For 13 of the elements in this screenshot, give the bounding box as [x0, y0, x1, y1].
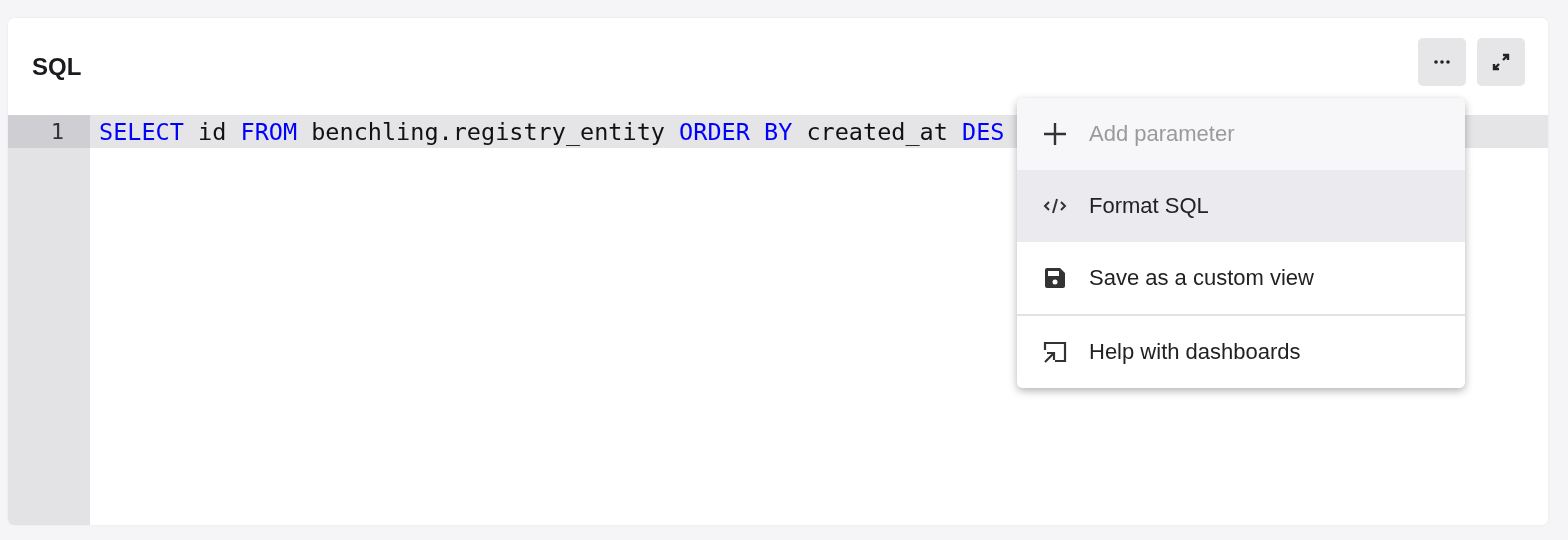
panel-title: SQL	[32, 52, 82, 81]
menu-item[interactable]: Help with dashboards	[1017, 316, 1465, 388]
expand-button[interactable]	[1477, 37, 1525, 86]
menu-item[interactable]: Format SQL	[1017, 170, 1465, 242]
line-number: 1	[50, 119, 64, 144]
save-icon	[1043, 267, 1067, 289]
external-link-icon	[1043, 340, 1067, 364]
ellipsis-icon	[1434, 59, 1450, 64]
menu-item[interactable]: Save as a custom view	[1017, 242, 1465, 316]
code-line: SELECT id FROM benchling.registry_entity ORDER BY created_at DES	[99, 117, 1005, 146]
code-icon	[1043, 197, 1067, 215]
expand-icon	[1491, 51, 1511, 72]
plus-icon	[1043, 123, 1067, 145]
